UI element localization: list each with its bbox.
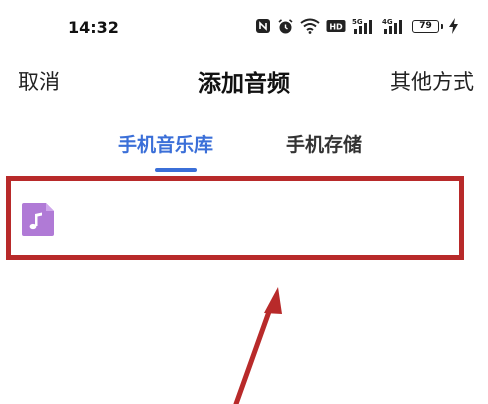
tab-phone-music-library[interactable]: 手机音乐库 xyxy=(118,130,213,157)
charging-icon xyxy=(449,18,458,34)
wifi-icon xyxy=(300,18,320,34)
nfc-icon xyxy=(255,18,271,34)
audio-list xyxy=(0,172,488,404)
tab-phone-storage[interactable]: 手机存储 xyxy=(286,130,362,157)
battery-icon: 79 xyxy=(412,19,443,33)
list-item[interactable] xyxy=(8,176,470,258)
music-file-icon xyxy=(20,201,56,237)
5g-signal-icon: 5G xyxy=(352,17,376,35)
alarm-icon xyxy=(277,18,294,35)
status-icons: HD 5G 4G 79 xyxy=(255,14,458,38)
4g-signal-icon: 4G xyxy=(382,17,406,35)
tab-bar: 手机音乐库 手机存储 xyxy=(0,120,488,172)
battery-level: 79 xyxy=(412,19,439,33)
hd-icon: HD xyxy=(326,19,346,33)
svg-text:HD: HD xyxy=(329,23,343,32)
svg-text:4G: 4G xyxy=(382,18,393,26)
svg-text:5G: 5G xyxy=(352,18,363,26)
status-bar: 14:32 HD 5G 4G 79 xyxy=(0,0,488,52)
status-time: 14:32 xyxy=(68,18,119,37)
header-bar: 取消 添加音频 其他方式 xyxy=(0,52,488,108)
other-methods-button[interactable]: 其他方式 xyxy=(390,66,474,96)
